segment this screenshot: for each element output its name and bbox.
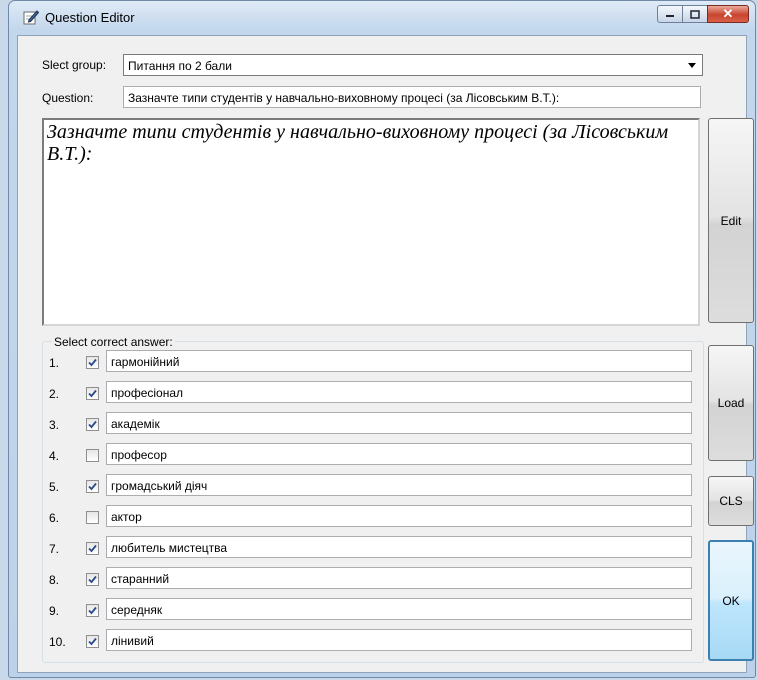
question-input[interactable]: Зазначте типи студентів у навчально-вихо… [123,86,701,108]
answer-row: 4. професор [42,443,702,467]
answer-input[interactable]: середняк [106,598,692,620]
group-select[interactable]: Питання по 2 бали [123,54,703,76]
answer-number: 1. [49,356,60,370]
edit-button[interactable]: Edit [708,118,754,323]
answer-number: 2. [49,387,60,401]
answer-input[interactable]: громадський діяч [106,474,692,496]
answer-row: 7. любитель мистецтва [42,536,702,560]
question-label: Question: [42,91,94,105]
group-select-value: Питання по 2 бали [128,59,232,73]
maximize-button[interactable] [682,5,708,23]
answer-checkbox[interactable] [86,356,99,369]
answer-checkbox[interactable] [86,418,99,431]
answer-input[interactable]: актор [106,505,692,527]
answer-checkbox[interactable] [86,449,99,462]
answer-number: 9. [49,604,60,618]
answer-input[interactable]: гармонійний [106,350,692,372]
answer-row: 6. актор [42,505,702,529]
group-label: Slect group: [42,58,107,72]
answer-input[interactable]: професіонал [106,381,692,403]
title-bar[interactable]: Question Editor ✕ [9,1,755,35]
answer-row: 1. гармонійний [42,350,702,374]
answer-checkbox[interactable] [86,387,99,400]
close-button[interactable]: ✕ [707,5,749,23]
answer-checkbox[interactable] [86,542,99,555]
answer-input[interactable]: старанний [106,567,692,589]
close-icon: ✕ [722,6,734,21]
ok-button[interactable]: OK [708,540,754,661]
checkmark-icon [88,544,97,553]
checkmark-icon [88,606,97,615]
answer-row: 10. лінивий [42,629,702,653]
answer-checkbox[interactable] [86,480,99,493]
checkmark-icon [88,358,97,367]
checkmark-icon [88,482,97,491]
answer-checkbox[interactable] [86,604,99,617]
minimize-button[interactable] [657,5,683,23]
checkmark-icon [88,575,97,584]
chevron-down-icon [688,63,696,68]
answer-checkbox[interactable] [86,511,99,524]
answer-row: 2. професіонал [42,381,702,405]
question-rich-text[interactable]: Зазначте типи студентів у навчально-вихо… [42,118,700,326]
checkmark-icon [88,637,97,646]
edit-document-icon [23,10,39,25]
answer-row: 8. старанний [42,567,702,591]
checkmark-icon [88,389,97,398]
answer-number: 8. [49,573,60,587]
answer-number: 6. [49,511,60,525]
answers-group-title: Select correct answer: [52,335,175,349]
answer-row: 3. академік [42,412,702,436]
client-area: Slect group: Питання по 2 бали Question:… [17,35,754,673]
answer-number: 3. [49,418,60,432]
answer-checkbox[interactable] [86,635,99,648]
answer-checkbox[interactable] [86,573,99,586]
answer-input[interactable]: професор [106,443,692,465]
answer-input[interactable]: академік [106,412,692,434]
answer-number: 5. [49,480,60,494]
cls-button[interactable]: CLS [708,476,754,526]
answer-row: 5. громадський діяч [42,474,702,498]
answer-input[interactable]: лінивий [106,629,692,651]
maximize-icon [690,9,700,19]
answer-row: 9. середняк [42,598,702,622]
answer-input[interactable]: любитель мистецтва [106,536,692,558]
answer-number: 10. [49,635,66,649]
checkmark-icon [88,420,97,429]
load-button[interactable]: Load [708,345,754,461]
answer-number: 7. [49,542,60,556]
question-editor-window: Question Editor ✕ Slect group: Питання п… [8,0,756,678]
minimize-icon [666,15,674,17]
answer-number: 4. [49,449,60,463]
window-title: Question Editor [45,10,135,25]
